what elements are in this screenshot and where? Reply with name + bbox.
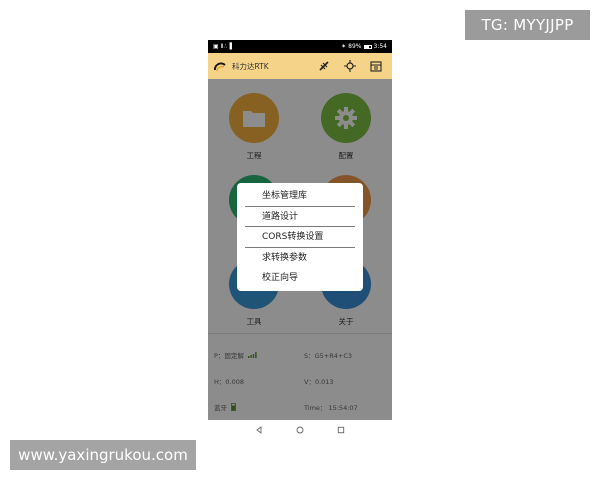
menu-item-calibration-wizard[interactable]: 校正向导 xyxy=(245,268,355,289)
context-menu-dialog: 坐标管理库 道路设计 CORS转换设置 求转换参数 校正向导 xyxy=(237,183,363,291)
satellite-icon[interactable] xyxy=(318,60,330,72)
app-logo-icon xyxy=(214,62,226,72)
tg-watermark: TG: MYYJJPP xyxy=(465,10,590,40)
status-right: ✶ 89% 3:54 xyxy=(341,43,387,50)
menu-item-road-design[interactable]: 道路设计 xyxy=(245,207,355,228)
status-left: ▣ Ⅱ∴▐ xyxy=(213,43,232,50)
app-title: 科力达RTK xyxy=(232,61,269,71)
antenna-icon[interactable] xyxy=(344,60,356,72)
recents-icon[interactable] xyxy=(337,426,345,434)
app-header: 科力达RTK xyxy=(208,53,392,79)
menu-item-transform-params[interactable]: 求转换参数 xyxy=(245,248,355,269)
home-icon[interactable] xyxy=(296,426,304,434)
battery-icon xyxy=(363,44,372,49)
status-bar: ▣ Ⅱ∴▐ ✶ 89% 3:54 xyxy=(208,40,392,53)
menu-item-coord-library[interactable]: 坐标管理库 xyxy=(245,186,355,207)
back-icon[interactable] xyxy=(255,426,263,434)
battery-percent: 89% xyxy=(348,43,362,50)
menu-item-cors-settings[interactable]: CORS转换设置 xyxy=(245,227,355,248)
signal-indicators: ▣ Ⅱ∴▐ xyxy=(213,43,232,50)
site-watermark: www.yaxingrukou.com xyxy=(10,440,196,470)
bluetooth-icon: ✶ xyxy=(341,43,347,50)
status-time: 3:54 xyxy=(373,43,387,50)
android-nav-bar xyxy=(208,420,392,440)
calendar-icon[interactable] xyxy=(370,60,382,72)
